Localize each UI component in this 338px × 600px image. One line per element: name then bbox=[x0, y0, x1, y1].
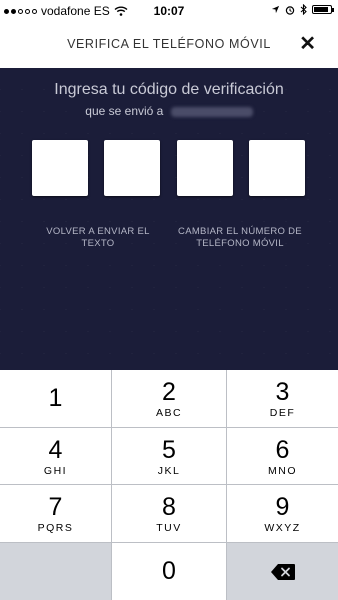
key-2[interactable]: 2 ABC bbox=[112, 370, 226, 427]
code-digit-3[interactable] bbox=[177, 140, 233, 196]
key-digit: 5 bbox=[162, 436, 176, 464]
key-4[interactable]: 4 GHI bbox=[0, 428, 111, 484]
location-arrow-icon bbox=[271, 5, 280, 14]
numeric-keypad: 1 2 ABC 3 DEF 4 GHI 5 JKL 6 MNO 7 PQRS 8… bbox=[0, 370, 338, 600]
backspace-icon bbox=[270, 563, 295, 580]
key-digit: 2 bbox=[162, 378, 176, 406]
sent-to-label: que se envió a bbox=[85, 104, 164, 118]
key-digit: 9 bbox=[275, 493, 290, 521]
key-7[interactable]: 7 PQRS bbox=[0, 485, 111, 542]
key-letters: GHI bbox=[43, 465, 68, 477]
status-bar: vodafone ES 10:07 bbox=[0, 0, 338, 22]
key-1[interactable]: 1 bbox=[0, 370, 111, 427]
code-digit-2[interactable] bbox=[104, 140, 160, 196]
key-letters: MNO bbox=[268, 465, 297, 477]
key-digit: 6 bbox=[275, 436, 290, 464]
close-button[interactable]: ✕ bbox=[299, 32, 316, 56]
status-right bbox=[271, 4, 334, 15]
close-icon: ✕ bbox=[299, 33, 316, 55]
verification-panel: Ingresa tu código de verificación que se… bbox=[0, 68, 338, 370]
verification-heading: Ingresa tu código de verificación bbox=[54, 81, 284, 98]
key-3[interactable]: 3 DEF bbox=[227, 370, 338, 427]
code-digit-1[interactable] bbox=[32, 140, 88, 196]
key-digit: 4 bbox=[48, 436, 63, 464]
key-9[interactable]: 9 WXYZ bbox=[227, 485, 338, 542]
code-digit-4[interactable] bbox=[249, 140, 305, 196]
header-bar: VERIFICA EL TELÉFONO MÓVIL ✕ bbox=[0, 22, 338, 68]
key-digit: 1 bbox=[48, 384, 63, 412]
key-digit: 8 bbox=[162, 493, 176, 521]
key-letters: PQRS bbox=[37, 522, 74, 534]
alarm-icon bbox=[285, 5, 295, 15]
key-5[interactable]: 5 JKL bbox=[112, 428, 226, 484]
code-input-group bbox=[32, 140, 306, 196]
key-8[interactable]: 8 TUV bbox=[112, 485, 226, 542]
resend-text-link[interactable]: VOLVER A ENVIAR EL TEXTO bbox=[38, 226, 158, 250]
key-letters: WXYZ bbox=[264, 522, 301, 534]
sent-to-line: que se envió a bbox=[0, 104, 338, 118]
key-letters: ABC bbox=[155, 407, 183, 419]
backspace-button[interactable] bbox=[227, 543, 338, 600]
page-title: VERIFICA EL TELÉFONO MÓVIL bbox=[67, 37, 271, 51]
key-digit: 7 bbox=[48, 493, 63, 521]
redacted-phone-number bbox=[170, 106, 253, 117]
change-number-link[interactable]: CAMBIAR EL NÚMERO DE TELÉFONO MÓVIL bbox=[170, 226, 310, 250]
key-letters: TUV bbox=[156, 522, 182, 534]
battery-icon bbox=[312, 5, 334, 14]
key-digit: 3 bbox=[275, 378, 290, 406]
battery-fill bbox=[314, 7, 328, 12]
key-letters: DEF bbox=[269, 407, 296, 419]
bluetooth-icon bbox=[300, 4, 307, 15]
key-digit: 0 bbox=[162, 557, 176, 585]
key-6[interactable]: 6 MNO bbox=[227, 428, 338, 484]
key-empty bbox=[0, 543, 111, 600]
key-0[interactable]: 0 bbox=[112, 543, 226, 600]
key-letters: JKL bbox=[157, 465, 181, 477]
